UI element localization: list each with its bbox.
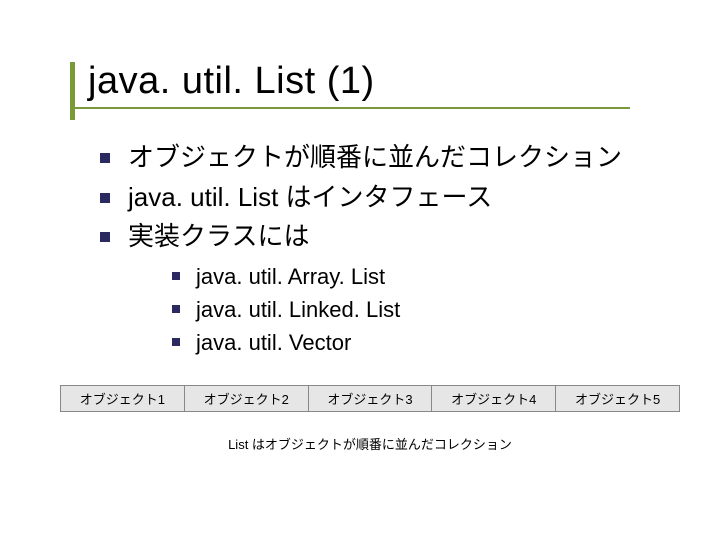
sub-bullet-text: java. util. Linked. List: [196, 297, 400, 322]
title-accent-horizontal: [70, 107, 630, 109]
slide: java. util. List (1) オブジェクトが順番に並んだコレクション…: [0, 0, 720, 540]
bullet-item: 実装クラスには java. util. Array. List java. ut…: [100, 218, 680, 359]
main-bullet-list: オブジェクトが順番に並んだコレクション java. util. List はイン…: [70, 139, 680, 359]
sub-bullet-item: java. util. Linked. List: [172, 293, 680, 326]
bullet-text: java. util. List はインタフェース: [128, 182, 492, 212]
list-diagram: オブジェクト1 オブジェクト2 オブジェクト3 オブジェクト4 オブジェクト5 …: [60, 385, 680, 453]
bullet-text: オブジェクトが順番に並んだコレクション: [128, 142, 622, 172]
sub-bullet-list: java. util. Array. List java. util. Link…: [128, 260, 680, 359]
diagram-cell: オブジェクト4: [432, 385, 556, 412]
title-accent-vertical: [70, 62, 75, 120]
diagram-cell: オブジェクト1: [60, 385, 185, 412]
diagram-row: オブジェクト1 オブジェクト2 オブジェクト3 オブジェクト4 オブジェクト5: [60, 385, 680, 412]
sub-bullet-item: java. util. Array. List: [172, 260, 680, 293]
slide-title: java. util. List (1): [70, 60, 680, 109]
diagram-caption: List はオブジェクトが順番に並んだコレクション: [60, 434, 680, 453]
sub-bullet-text: java. util. Vector: [196, 330, 351, 355]
bullet-text: 実装クラスには: [128, 221, 309, 251]
sub-bullet-text: java. util. Array. List: [196, 264, 385, 289]
title-block: java. util. List (1): [70, 60, 680, 109]
bullet-item: java. util. List はインタフェース: [100, 179, 680, 217]
diagram-cell: オブジェクト3: [309, 385, 433, 412]
diagram-cell: オブジェクト5: [556, 385, 680, 412]
bullet-item: オブジェクトが順番に並んだコレクション: [100, 139, 680, 177]
sub-bullet-item: java. util. Vector: [172, 326, 680, 359]
diagram-cell: オブジェクト2: [185, 385, 309, 412]
